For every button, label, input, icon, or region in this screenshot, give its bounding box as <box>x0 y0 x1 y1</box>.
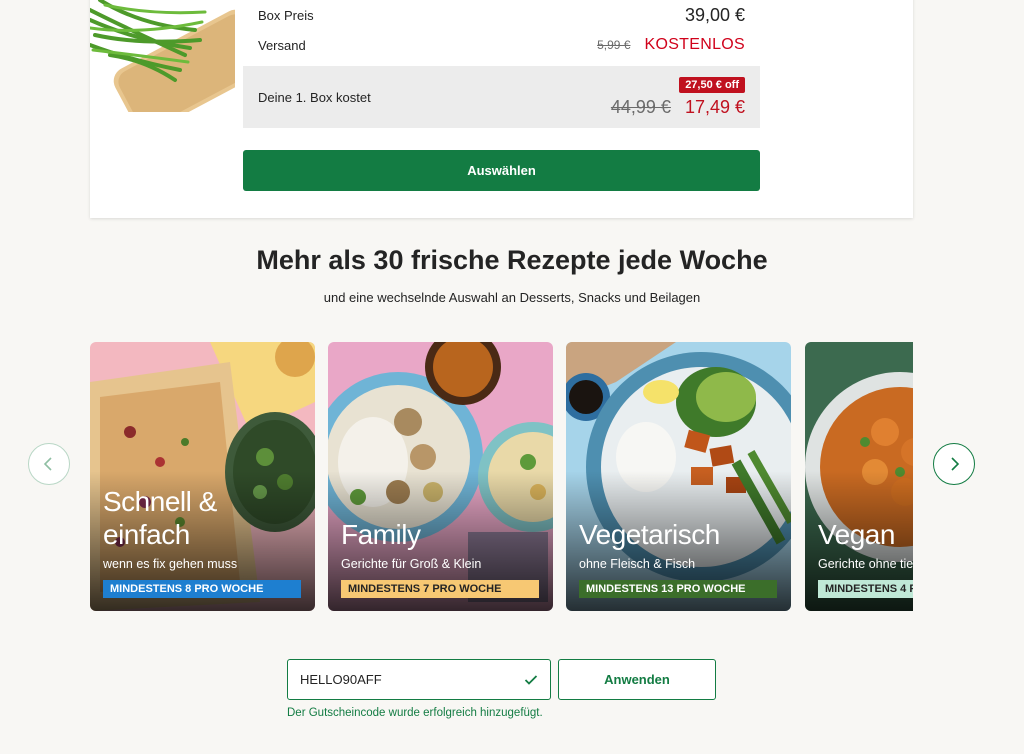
shipping-free-value: KOSTENLOS <box>644 36 745 53</box>
voucher-code-field[interactable]: HELLO90AFF <box>287 659 551 700</box>
box-price-label: Box Preis <box>258 7 314 23</box>
carousel-prev-button[interactable] <box>28 443 70 485</box>
shipping-label: Versand <box>258 37 306 53</box>
chevron-right-icon <box>951 457 960 471</box>
box-price-value: 39,00 € <box>684 4 745 25</box>
chevron-left-icon <box>43 457 52 471</box>
category-title: Schnell & einfach <box>103 486 217 550</box>
recipe-category-carousel: Schnell & einfach wenn es fix gehen muss… <box>90 342 913 612</box>
category-badge: MINDESTENS 4 PRO WOCHE <box>818 580 913 598</box>
checkmark-icon <box>524 674 538 685</box>
category-description: ohne Fleisch & Fisch <box>579 557 696 571</box>
category-title: Family <box>341 519 421 550</box>
category-card-family[interactable]: Family Gerichte für Groß & Klein MINDEST… <box>328 342 553 611</box>
price-rows: Box Preis 39,00 € Versand 5,99 € KOSTENL… <box>243 0 760 128</box>
category-title: Vegan <box>818 519 895 550</box>
category-card-quick[interactable]: Schnell & einfach wenn es fix gehen muss… <box>90 342 315 611</box>
category-description: wenn es fix gehen muss <box>103 557 238 571</box>
green-beans-image <box>90 0 235 112</box>
total-old-price: 44,99 € <box>610 96 671 117</box>
category-badge: MINDESTENS 13 PRO WOCHE <box>579 580 777 598</box>
category-title: Vegetarisch <box>579 519 720 550</box>
select-button[interactable]: Auswählen <box>243 150 760 191</box>
box-price-row: Box Preis 39,00 € <box>243 0 760 30</box>
carousel-next-button[interactable] <box>933 443 975 485</box>
total-label: Deine 1. Box kostet <box>258 89 371 105</box>
shipping-row: Versand 5,99 € KOSTENLOS <box>243 30 760 60</box>
shipping-old-price: 5,99 € <box>597 38 631 52</box>
category-description: Gerichte für Groß & Klein <box>341 557 482 571</box>
voucher-success-message: Der Gutscheincode wurde erfolgreich hinz… <box>287 707 543 719</box>
category-badge: MINDESTENS 7 PRO WOCHE <box>341 580 539 598</box>
discount-badge: 27,50 € off <box>679 76 745 93</box>
total-new-price: 17,49 € <box>684 96 745 117</box>
first-box-total: Deine 1. Box kostet 27,50 € off 44,99 € … <box>243 66 760 128</box>
section-subline: und eine wechselnde Auswahl an Desserts,… <box>323 290 701 305</box>
category-card-vegan[interactable]: Vegan Gerichte ohne tierische Produkte M… <box>805 342 913 611</box>
section-headline: Mehr als 30 frische Rezepte jede Woche <box>256 245 768 275</box>
voucher-code-value[interactable]: HELLO90AFF <box>300 672 382 687</box>
category-card-vegetarian[interactable]: Vegetarisch ohne Fleisch & Fisch MINDEST… <box>566 342 791 611</box>
apply-voucher-button[interactable]: Anwenden <box>558 659 716 700</box>
category-badge: MINDESTENS 8 PRO WOCHE <box>103 580 301 598</box>
category-description: Gerichte ohne tierische Produkte <box>818 557 913 571</box>
price-summary-card: Box Preis 39,00 € Versand 5,99 € KOSTENL… <box>90 0 913 218</box>
